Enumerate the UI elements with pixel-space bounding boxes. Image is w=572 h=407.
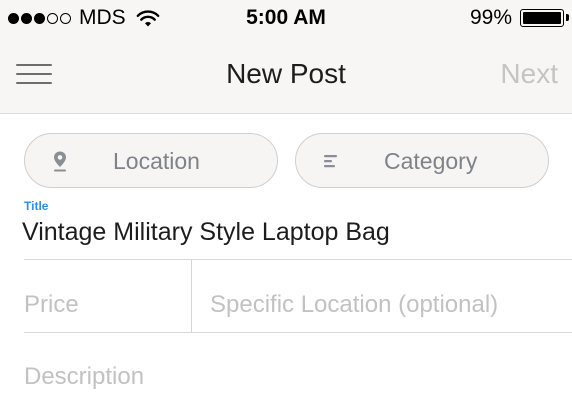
divider xyxy=(191,260,192,332)
divider xyxy=(24,332,572,333)
divider xyxy=(24,259,572,260)
location-button[interactable]: Location xyxy=(24,133,278,188)
page-title: New Post xyxy=(226,58,346,89)
status-right: 99% xyxy=(469,6,569,30)
category-button[interactable]: Category xyxy=(295,133,549,188)
battery-nub xyxy=(566,14,569,21)
price-input[interactable]: Price xyxy=(24,291,79,319)
status-bar: MDS 5:00 AM 99% xyxy=(0,0,572,36)
category-list-icon xyxy=(324,155,337,168)
navigation-bar: New Post Next xyxy=(0,36,572,114)
location-label: Location xyxy=(113,148,200,174)
next-button[interactable]: Next xyxy=(500,58,558,90)
title-input[interactable]: Vintage Military Style Laptop Bag xyxy=(22,218,562,247)
specific-location-input[interactable]: Specific Location (optional) xyxy=(210,291,498,319)
description-input[interactable]: Description xyxy=(24,363,144,391)
map-pin-icon xyxy=(54,151,66,172)
battery-fill xyxy=(523,12,561,24)
battery-icon xyxy=(520,9,569,27)
battery-percent: 99% xyxy=(469,6,512,29)
title-field-caption: Title xyxy=(24,199,49,213)
category-label: Category xyxy=(384,148,478,174)
